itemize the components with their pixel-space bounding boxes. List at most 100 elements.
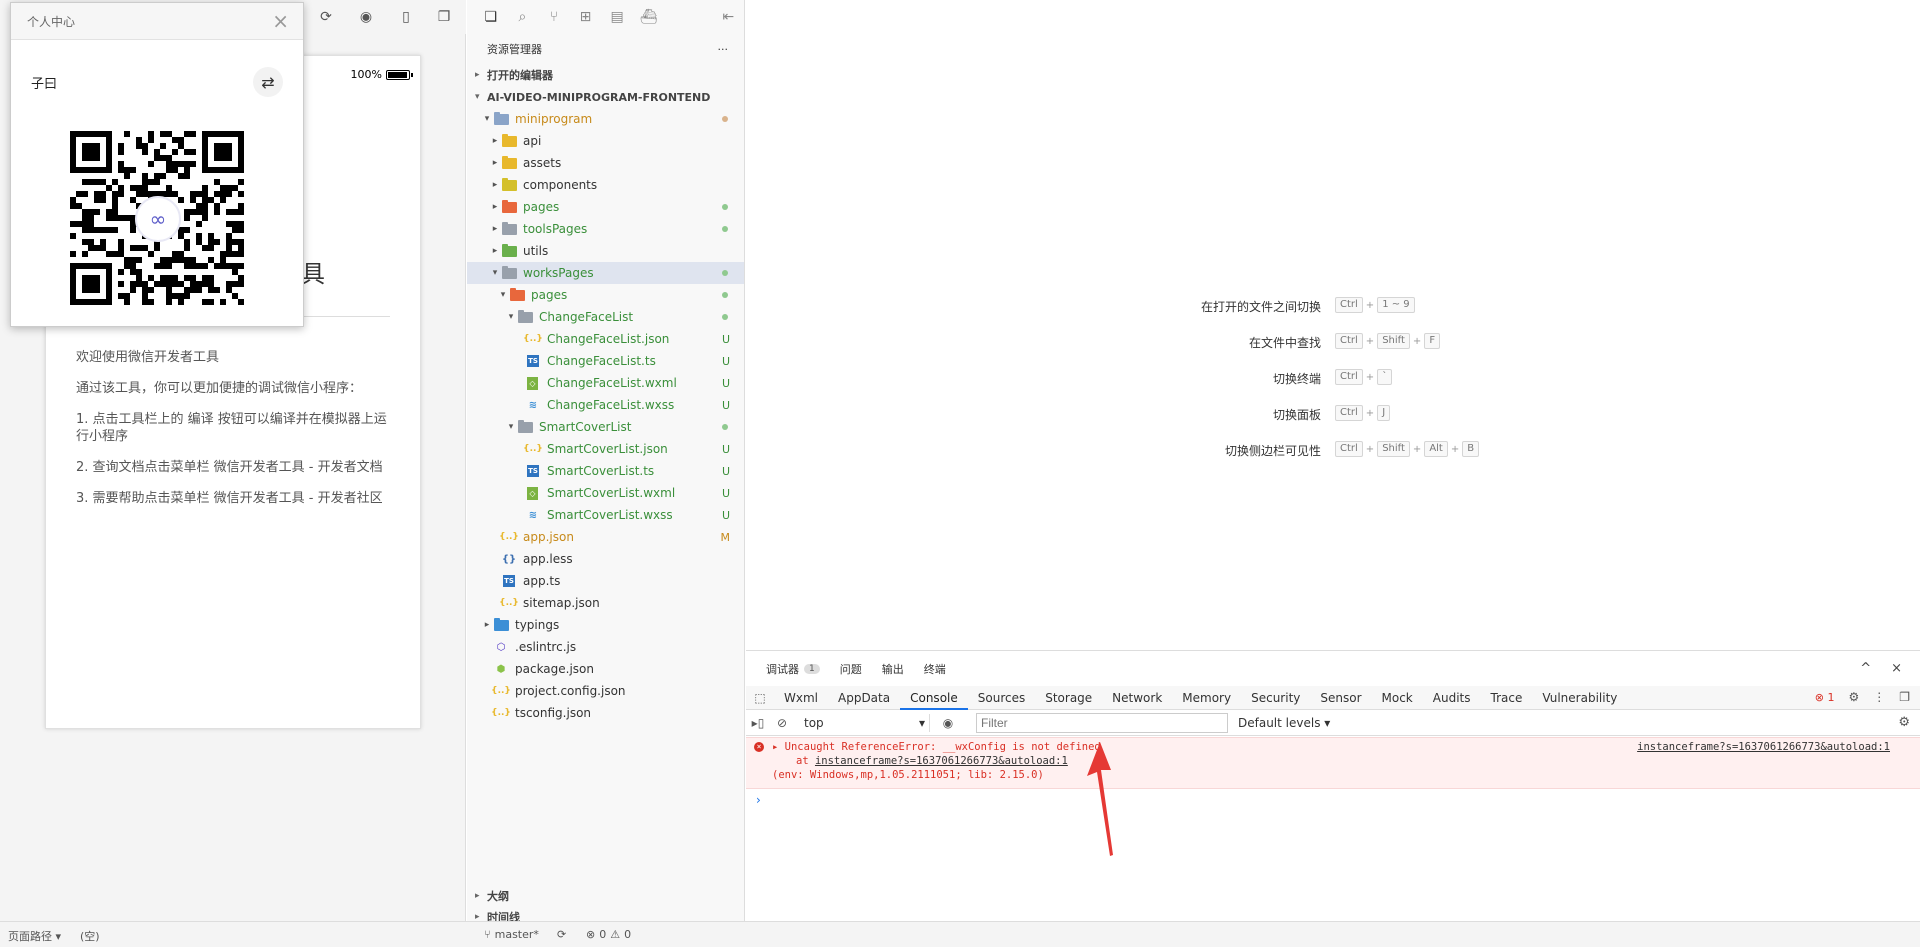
window-icon[interactable]: ❐	[436, 9, 452, 25]
devtools-tab-sensor[interactable]: Sensor	[1310, 686, 1371, 710]
devtools-tab-trace[interactable]: Trace	[1481, 686, 1533, 710]
clear-console-icon[interactable]: ⊘	[770, 716, 794, 730]
tree-folder[interactable]: ▸ toolsPages	[467, 218, 744, 240]
git-status-dot	[722, 204, 728, 210]
devtools-tab-vulnerability[interactable]: Vulnerability	[1532, 686, 1627, 710]
stop-icon[interactable]: ◉	[358, 9, 374, 25]
tree-file[interactable]: ⬢ package.json	[467, 658, 744, 680]
tree-file[interactable]: {..} sitemap.json	[467, 592, 744, 614]
layout-icon[interactable]: ▤	[601, 9, 633, 25]
search-icon[interactable]: ⌕	[507, 9, 539, 25]
tree-file[interactable]: TS ChangeFaceList.ts U	[467, 350, 744, 372]
gear-icon[interactable]: ⚙	[1898, 715, 1910, 730]
sync-icon[interactable]: ⟳	[557, 928, 566, 941]
phone-icon[interactable]: ▯	[398, 9, 414, 25]
open-editors-section[interactable]: ▸ 打开的编辑器	[467, 64, 744, 86]
source-control-icon[interactable]: ⑂	[538, 9, 570, 25]
shortcut-keys: Ctrl + Shift + Alt + B	[1335, 441, 1480, 457]
tree-file[interactable]: ≋ ChangeFaceList.wxss U	[467, 394, 744, 416]
qr-module	[118, 191, 124, 197]
console-error-entry[interactable]: × ▸ Uncaught ReferenceError: __wxConfig …	[746, 737, 1920, 789]
tree-folder[interactable]: ▸ components	[467, 174, 744, 196]
more-vertical-icon[interactable]: ⋮	[1873, 690, 1885, 704]
collapse-sidebar-icon[interactable]: ⇤	[712, 9, 744, 25]
qr-module	[112, 215, 118, 221]
chevron-up-icon[interactable]: ^	[1860, 661, 1871, 676]
qr-module	[184, 227, 190, 233]
more-icon[interactable]: ···	[718, 43, 729, 56]
tree-folder[interactable]: ▾ pages	[467, 284, 744, 306]
problems-summary[interactable]: ⊗ 0 ⚠ 0	[586, 928, 631, 941]
tree-folder[interactable]: ▾ SmartCoverList	[467, 416, 744, 438]
tree-folder[interactable]: ▸ typings	[467, 614, 744, 636]
gear-icon[interactable]: ⚙	[1848, 690, 1859, 704]
files-icon[interactable]: ❏	[475, 9, 507, 25]
swap-icon[interactable]: ⇄	[253, 67, 283, 97]
tree-folder[interactable]: ▸ utils	[467, 240, 744, 262]
tree-file[interactable]: {..} ChangeFaceList.json U	[467, 328, 744, 350]
qr-module	[82, 251, 88, 257]
tab-terminal[interactable]: 终端	[924, 661, 946, 677]
context-select[interactable]: top ▾	[800, 713, 930, 732]
tree-file[interactable]: {..} tsconfig.json	[467, 702, 744, 724]
tree-folder[interactable]: ▾ worksPages	[467, 262, 744, 284]
tree-file[interactable]: ◇ SmartCoverList.wxml U	[467, 482, 744, 504]
outline-section[interactable]: ▸ 大纲	[467, 885, 745, 907]
folder-icon	[517, 419, 533, 434]
devtools-tab-storage[interactable]: Storage	[1035, 686, 1102, 710]
refresh-icon[interactable]: ⟳	[318, 9, 334, 25]
extensions-icon[interactable]: ⊞	[570, 9, 602, 25]
tree-folder[interactable]: ▸ assets	[467, 152, 744, 174]
tree-file[interactable]: {..} project.config.json	[467, 680, 744, 702]
devtools-tab-sources[interactable]: Sources	[968, 686, 1035, 710]
sidebar-toggle-icon[interactable]: ▸▯	[746, 716, 770, 730]
git-branch[interactable]: ⑂ master*	[484, 928, 539, 941]
console-prompt[interactable]: ›	[756, 793, 761, 807]
devtools-tab-wxml[interactable]: Wxml	[774, 686, 828, 710]
filter-input[interactable]	[976, 712, 1228, 733]
tab-output[interactable]: 输出	[882, 661, 904, 677]
devtools-tab-appdata[interactable]: AppData	[828, 686, 900, 710]
tree-folder[interactable]: ▸ pages	[467, 196, 744, 218]
tree-file[interactable]: ≋ SmartCoverList.wxss U	[467, 504, 744, 526]
tree-file[interactable]: {..} SmartCoverList.json U	[467, 438, 744, 460]
docker-icon[interactable]: ⛴	[633, 9, 665, 25]
devtools-tab-mock[interactable]: Mock	[1372, 686, 1423, 710]
stack-link[interactable]: instanceframe?s=1637061266773&autoload:1	[815, 755, 1068, 767]
qr-module	[160, 281, 166, 287]
eye-icon[interactable]: ◉	[936, 716, 960, 730]
tab-problems[interactable]: 问题	[840, 661, 862, 677]
keycap: Ctrl	[1335, 297, 1363, 313]
devtools-tab-memory[interactable]: Memory	[1172, 686, 1241, 710]
qr-module	[190, 209, 196, 215]
qr-module	[118, 251, 124, 257]
qr-module	[184, 263, 190, 269]
phone-content: 欢迎使用微信开发者工具 通过该工具，你可以更加便捷的调试微信小程序： 1. 点击…	[76, 349, 390, 521]
tree-file[interactable]: TS app.ts	[467, 570, 744, 592]
tree-folder[interactable]: ▸ api	[467, 130, 744, 152]
project-section[interactable]: ▾ AI-VIDEO-MINIPROGRAM-FRONTEND	[467, 86, 744, 108]
dock-icon[interactable]: ❐	[1899, 690, 1910, 704]
tab-debugger[interactable]: 调试器 1	[766, 661, 820, 677]
tree-file[interactable]: ◇ ChangeFaceList.wxml U	[467, 372, 744, 394]
tree-file[interactable]: {} app.less	[467, 548, 744, 570]
tree-file[interactable]: ⬡ .eslintrc.js	[467, 636, 744, 658]
tree-file[interactable]: {..} app.json M	[467, 526, 744, 548]
error-source-link[interactable]: instanceframe?s=1637061266773&autoload:1	[1637, 741, 1890, 753]
log-levels-select[interactable]: Default levels ▾	[1238, 716, 1330, 730]
page-path-select[interactable]: 页面路径 ▾	[8, 928, 61, 944]
close-icon[interactable]: ×	[1891, 661, 1902, 676]
devtools-tab-console[interactable]: Console	[900, 686, 968, 710]
qr-module	[202, 197, 208, 203]
qr-module	[130, 197, 136, 203]
devtools-tab-security[interactable]: Security	[1241, 686, 1310, 710]
tree-folder[interactable]: ▾ miniprogram	[467, 108, 744, 130]
devtools-tab-audits[interactable]: Audits	[1423, 686, 1481, 710]
inspect-icon[interactable]: ⬚	[746, 691, 774, 705]
close-icon[interactable]: ×	[272, 11, 289, 31]
tree-folder[interactable]: ▾ ChangeFaceList	[467, 306, 744, 328]
devtools-tab-network[interactable]: Network	[1102, 686, 1172, 710]
error-count-badge[interactable]: ⊗ 1	[1815, 691, 1835, 704]
qr-module	[184, 257, 190, 263]
tree-file[interactable]: TS SmartCoverList.ts U	[467, 460, 744, 482]
